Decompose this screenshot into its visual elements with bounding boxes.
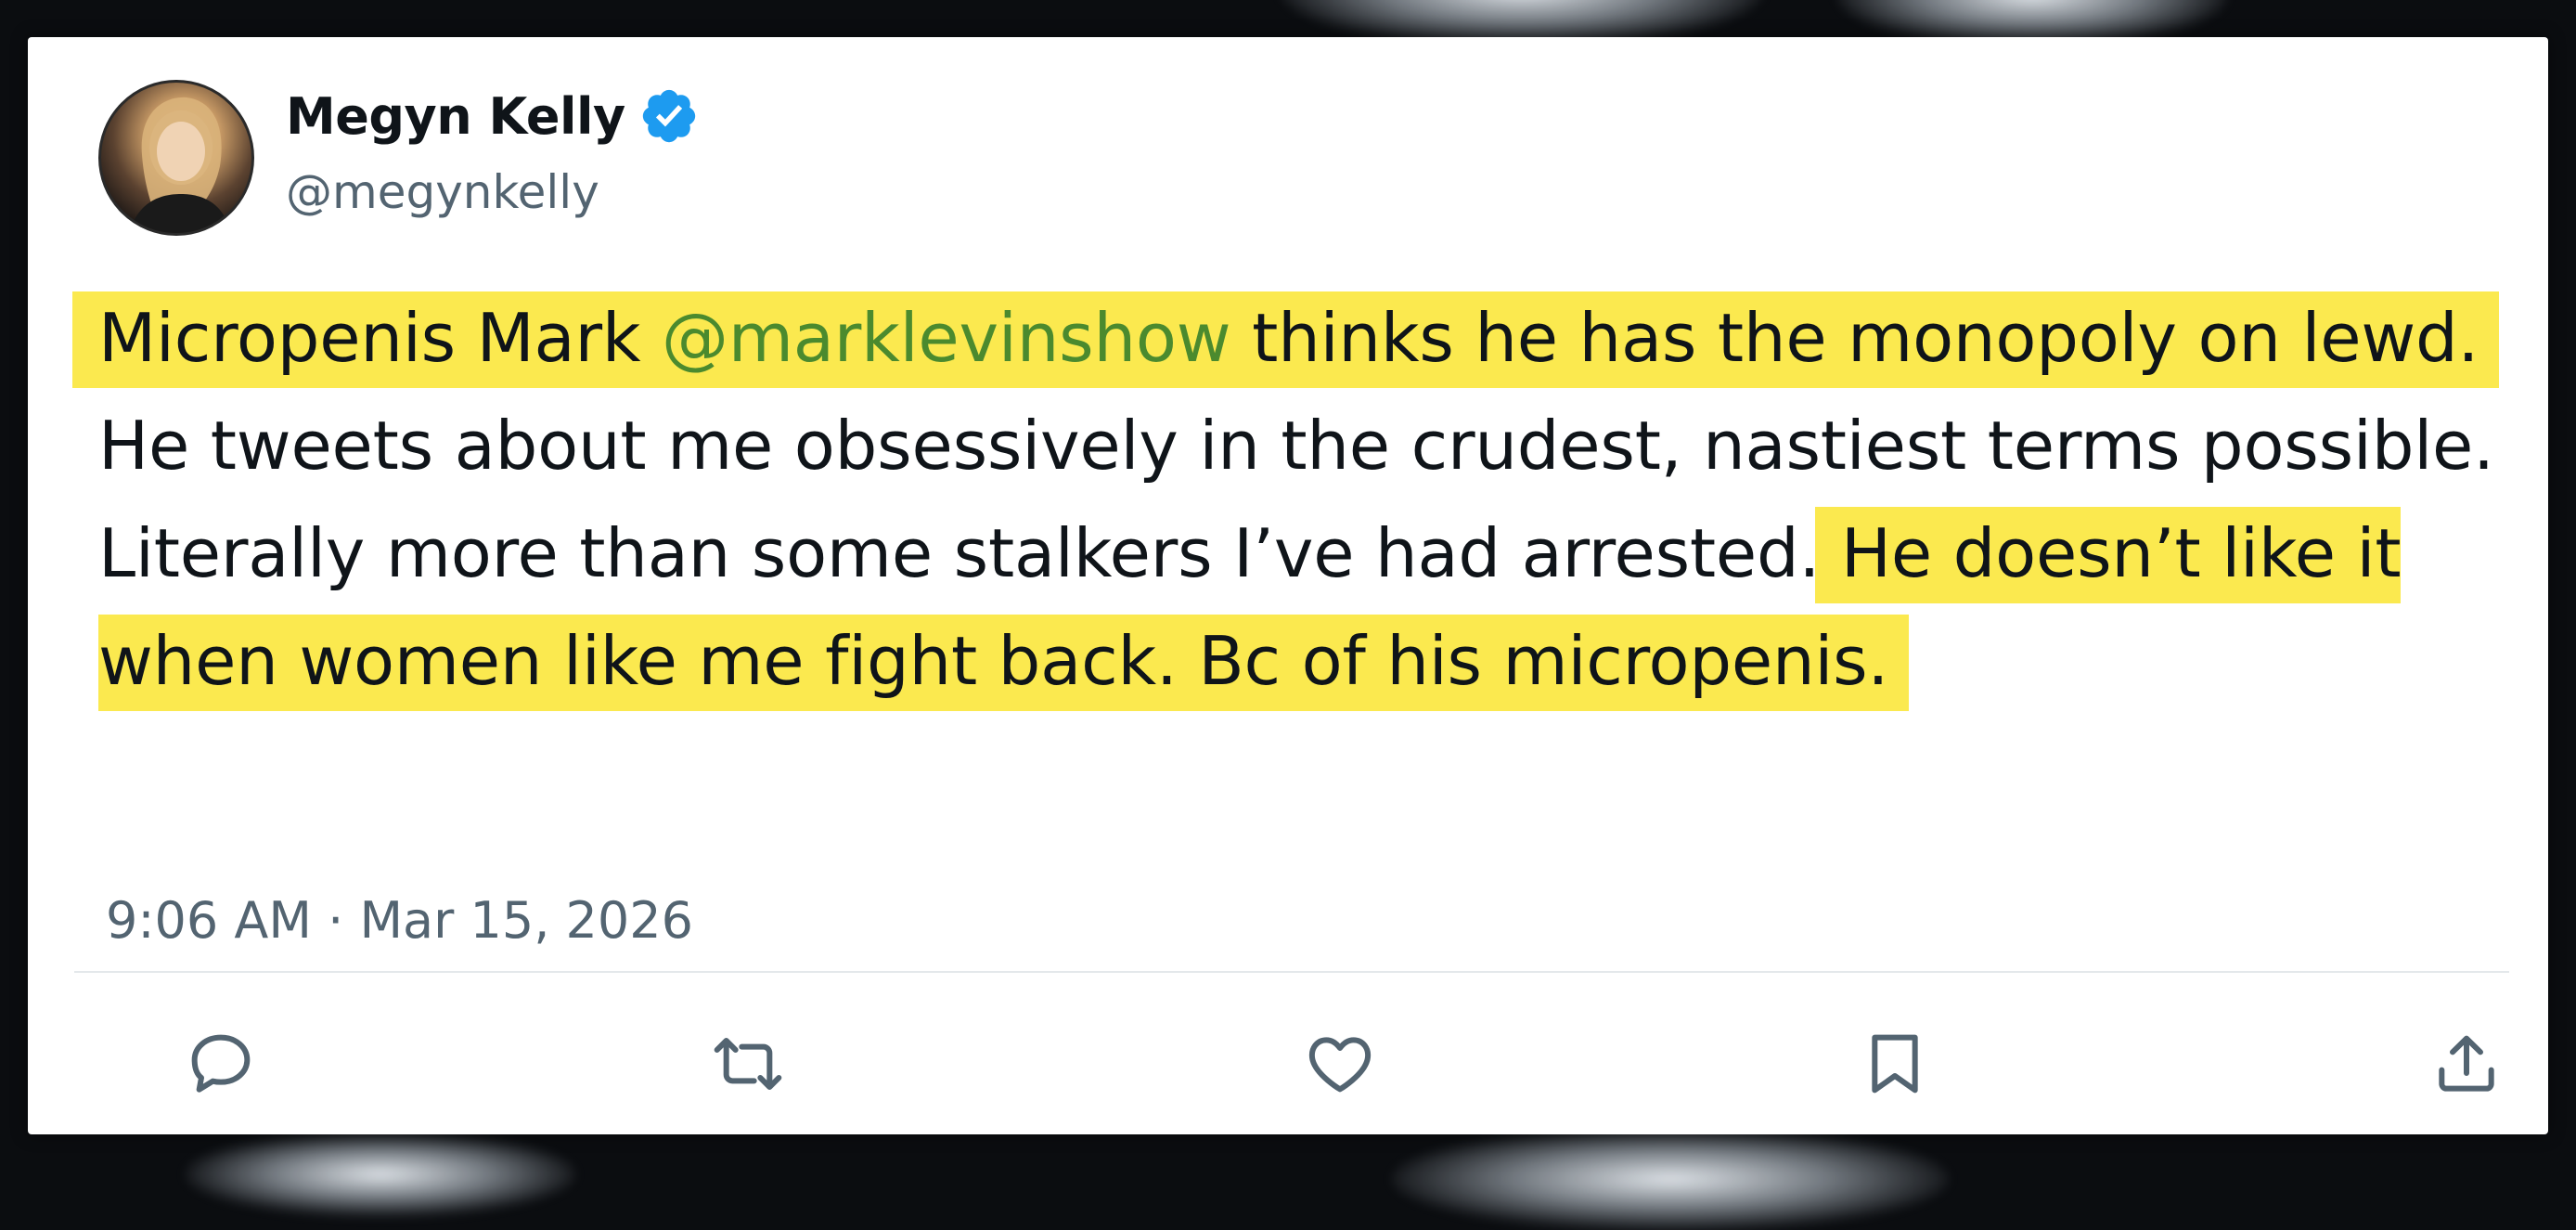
author-handle[interactable]: @megynkelly: [286, 165, 599, 219]
tweet-text-segment: Micropenis Mark: [98, 299, 641, 377]
highlighted-text: Micropenis Mark @marklevinshow thinks he…: [98, 291, 2479, 388]
mention-link[interactable]: @marklevinshow: [662, 299, 1231, 377]
author-name[interactable]: Megyn Kelly: [286, 87, 625, 146]
background-light-streak: [186, 1133, 575, 1216]
share-button[interactable]: [2428, 1025, 2505, 1103]
reply-button[interactable]: [182, 1025, 260, 1103]
retweet-button[interactable]: [709, 1025, 787, 1103]
heart-icon: [1308, 1037, 1372, 1093]
tweet-card: Megyn Kelly @megynkelly Micropenis Mark …: [28, 37, 2548, 1134]
retweet-icon: [714, 1038, 782, 1090]
like-button[interactable]: [1301, 1025, 1379, 1103]
tweet-actions-bar: [28, 1008, 2548, 1120]
author-name-row: Megyn Kelly: [286, 85, 700, 147]
bookmark-icon: [1872, 1034, 1918, 1094]
bookmark-button[interactable]: [1856, 1025, 1934, 1103]
share-icon: [2439, 1035, 2494, 1092]
tweet-timestamp[interactable]: 9:06 AM · Mar 15, 2026: [106, 891, 693, 950]
background-light-streak: [1392, 1128, 1949, 1230]
tweet-text-segment: thinks he has the monopoly: [1252, 299, 2177, 377]
avatar[interactable]: [98, 80, 254, 236]
tweet-text-segment: on lewd.: [2197, 299, 2479, 377]
tweet-text: Micropenis Mark @marklevinshow thinks he…: [98, 284, 2548, 715]
divider: [74, 971, 2509, 973]
reply-icon: [191, 1034, 251, 1093]
tweet-text-segment: his micropenis.: [1386, 622, 1889, 700]
profile-photo-icon: [129, 97, 231, 233]
verified-badge-icon: [642, 89, 695, 143]
